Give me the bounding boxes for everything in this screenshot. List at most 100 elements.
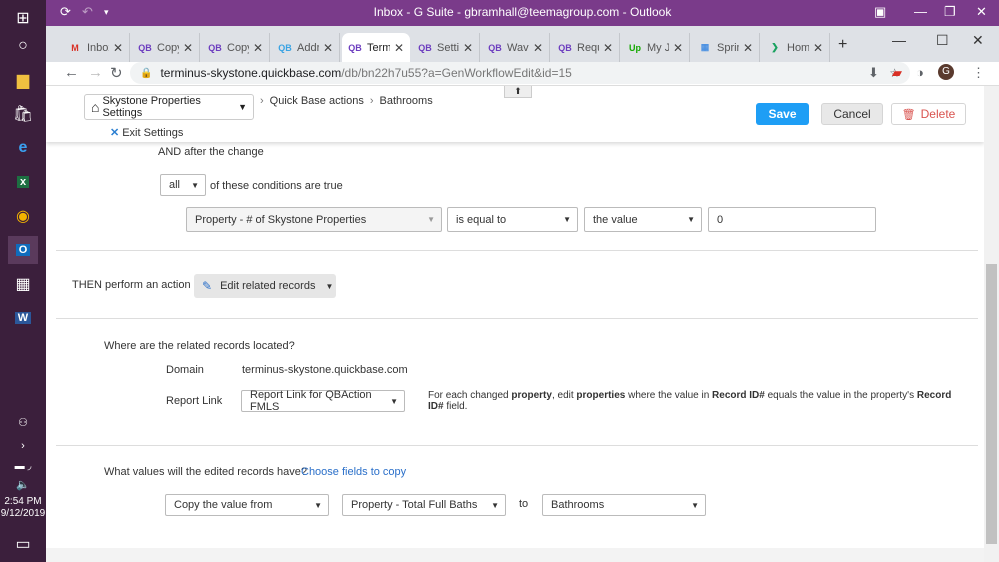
address-bar[interactable]: 🔒 terminus-skystone.quickbase.com/db/bn2… [130, 62, 910, 84]
caret-down-icon: ▼ [238, 102, 247, 112]
forward-icon[interactable]: → [88, 64, 103, 81]
app-settings-dropdown[interactable]: ⌂ Skystone Properties Settings ▼ [84, 94, 254, 120]
tab-close-icon[interactable]: ✕ [463, 41, 473, 55]
page-scrollbar[interactable] [984, 86, 999, 562]
volume-icon[interactable]: 🔈 [8, 470, 38, 498]
browser-tab[interactable]: QB Copy ✕ [202, 33, 270, 62]
new-tab-icon[interactable]: + [838, 36, 847, 54]
browser-tab[interactable]: QB Requ ✕ [552, 33, 620, 62]
browser-toolbar: ← → ↻ 🔒 terminus-skystone.quickbase.com /… [46, 62, 999, 86]
condition-value-input[interactable]: 0 [708, 207, 876, 232]
collapse-header-button[interactable]: ⬆ [504, 86, 532, 98]
tab-close-icon[interactable]: ✕ [394, 41, 404, 55]
tab-close-icon[interactable]: ✕ [603, 41, 613, 55]
chrome-menu-icon[interactable]: ⋮ [972, 65, 985, 81]
tab-close-icon[interactable]: ✕ [673, 41, 683, 55]
chrome-maximize-icon[interactable]: ☐ [936, 32, 949, 49]
tab-label: Wave [507, 41, 529, 54]
reload-icon[interactable]: ↻ [110, 64, 123, 82]
close-icon[interactable]: ✕ [976, 4, 987, 20]
tab-label: Inbox [87, 41, 109, 54]
browser-tab[interactable]: QB Copy ✕ [132, 33, 200, 62]
quickbase-icon: QB [278, 42, 292, 53]
pdf-extension-icon[interactable]: ▰ [892, 65, 902, 81]
exit-settings-link[interactable]: ✕ Exit Settings [110, 126, 183, 139]
edge-icon[interactable]: e [8, 134, 38, 162]
tab-close-icon[interactable]: ✕ [183, 41, 193, 55]
calculator-icon[interactable]: ▦ [8, 270, 38, 298]
back-icon[interactable]: ← [64, 64, 79, 81]
tab-label: Settin [437, 41, 459, 54]
cortana-icon[interactable]: ○ [8, 32, 38, 60]
action-center-icon[interactable]: ▭ [8, 530, 38, 558]
note-text: , edit [551, 390, 577, 401]
profile-avatar[interactable]: G [938, 64, 954, 80]
value-type-select[interactable]: the value ▼ [584, 207, 702, 232]
action-type-dropdown[interactable]: ✎ Edit related records ▼ [194, 274, 336, 298]
section-divider [56, 250, 978, 251]
chrome-minimize-icon[interactable]: — [892, 32, 906, 48]
outlook-status-bar [46, 548, 984, 562]
condition-field-select[interactable]: Property - # of Skystone Properties ▼ [186, 207, 442, 232]
caret-down-icon: ▼ [191, 180, 199, 190]
tab-close-icon[interactable]: ✕ [323, 41, 333, 55]
chrome-icon[interactable]: ◉ [8, 202, 38, 230]
browser-tab[interactable]: ❯ Home ✕ [762, 33, 830, 62]
breadcrumb: › Quick Base actions › Bathrooms [260, 95, 433, 107]
target-field-select[interactable]: Bathrooms ▼ [542, 494, 706, 516]
restore-icon[interactable]: ❐ [944, 4, 956, 20]
store-icon[interactable]: 🛍 [8, 100, 38, 128]
quickbase-icon: QB [348, 42, 362, 53]
source-field-select[interactable]: Property - Total Full Baths ▼ [342, 494, 506, 516]
operator-select[interactable]: is equal to ▼ [447, 207, 578, 232]
ribbon-display-icon[interactable]: ▣ [874, 4, 886, 20]
download-icon[interactable]: ⬇ [868, 65, 879, 81]
window-title: Inbox - G Suite - gbramhall@teemagroup.c… [373, 5, 672, 19]
breadcrumb-quickbase-actions[interactable]: Quick Base actions [270, 95, 364, 107]
outlook-icon[interactable]: O [8, 236, 38, 264]
quickbase-icon: QB [558, 42, 572, 53]
domain-value: terminus-skystone.quickbase.com [242, 364, 408, 376]
condition-value-text: 0 [717, 213, 724, 226]
browser-tab[interactable]: Up My Jo ✕ [622, 33, 690, 62]
choose-fields-link[interactable]: Choose fields to copy [301, 466, 406, 478]
page-content: ⌂ Skystone Properties Settings ▼ ✕ Exit S… [46, 86, 984, 562]
tab-close-icon[interactable]: ✕ [533, 41, 543, 55]
copy-mode-select[interactable]: Copy the value from ▼ [165, 494, 329, 516]
browser-tab[interactable]: ▦ Spring ✕ [692, 33, 760, 62]
word-icon[interactable]: W [8, 304, 38, 332]
file-explorer-icon[interactable]: ▆ [8, 66, 38, 94]
tab-close-icon[interactable]: ✕ [113, 41, 123, 55]
extension-icon[interactable]: ◑ [916, 65, 924, 80]
delete-button[interactable]: 🗑 Delete [891, 103, 966, 125]
settings-header: ⌂ Skystone Properties Settings ▼ ✕ Exit S… [46, 86, 984, 142]
report-link-select[interactable]: Report Link for QBAction FMLS ▼ [241, 389, 405, 413]
all-any-select[interactable]: all ▼ [160, 174, 206, 196]
note-bold: Record ID# [712, 390, 765, 401]
browser-tab[interactable]: M Inbox ✕ [62, 33, 130, 62]
tab-label: Copy [227, 41, 249, 54]
browser-tab[interactable]: QB Termi ✕ [342, 33, 410, 62]
browser-tab[interactable]: QB Addre ✕ [272, 33, 340, 62]
cancel-button[interactable]: Cancel [821, 103, 883, 125]
chrome-close-icon[interactable]: ✕ [972, 32, 984, 49]
note-text: equals the value in the property's [764, 390, 917, 401]
tab-close-icon[interactable]: ✕ [813, 41, 823, 55]
close-x-icon: ✕ [110, 127, 120, 139]
pencil-icon: ✎ [202, 279, 213, 293]
save-button[interactable]: Save [756, 103, 809, 125]
browser-tab[interactable]: QB Settin ✕ [412, 33, 480, 62]
windows-start-icon[interactable]: ⊞ [8, 4, 38, 32]
minimize-icon[interactable]: — [914, 4, 927, 19]
tab-close-icon[interactable]: ✕ [743, 41, 753, 55]
lock-icon: 🔒 [140, 67, 153, 79]
tab-close-icon[interactable]: ✕ [253, 41, 263, 55]
scrollbar-thumb[interactable] [986, 264, 997, 544]
target-field-value: Bathrooms [551, 499, 605, 511]
browser-tab[interactable]: QB Wave ✕ [482, 33, 550, 62]
taskbar-time[interactable]: 2:54 PM [0, 496, 46, 508]
all-any-value: all [169, 179, 181, 191]
tab-label: Home [787, 41, 809, 54]
excel-icon[interactable]: x [8, 168, 38, 196]
taskbar-date[interactable]: 9/12/2019 [0, 508, 46, 520]
